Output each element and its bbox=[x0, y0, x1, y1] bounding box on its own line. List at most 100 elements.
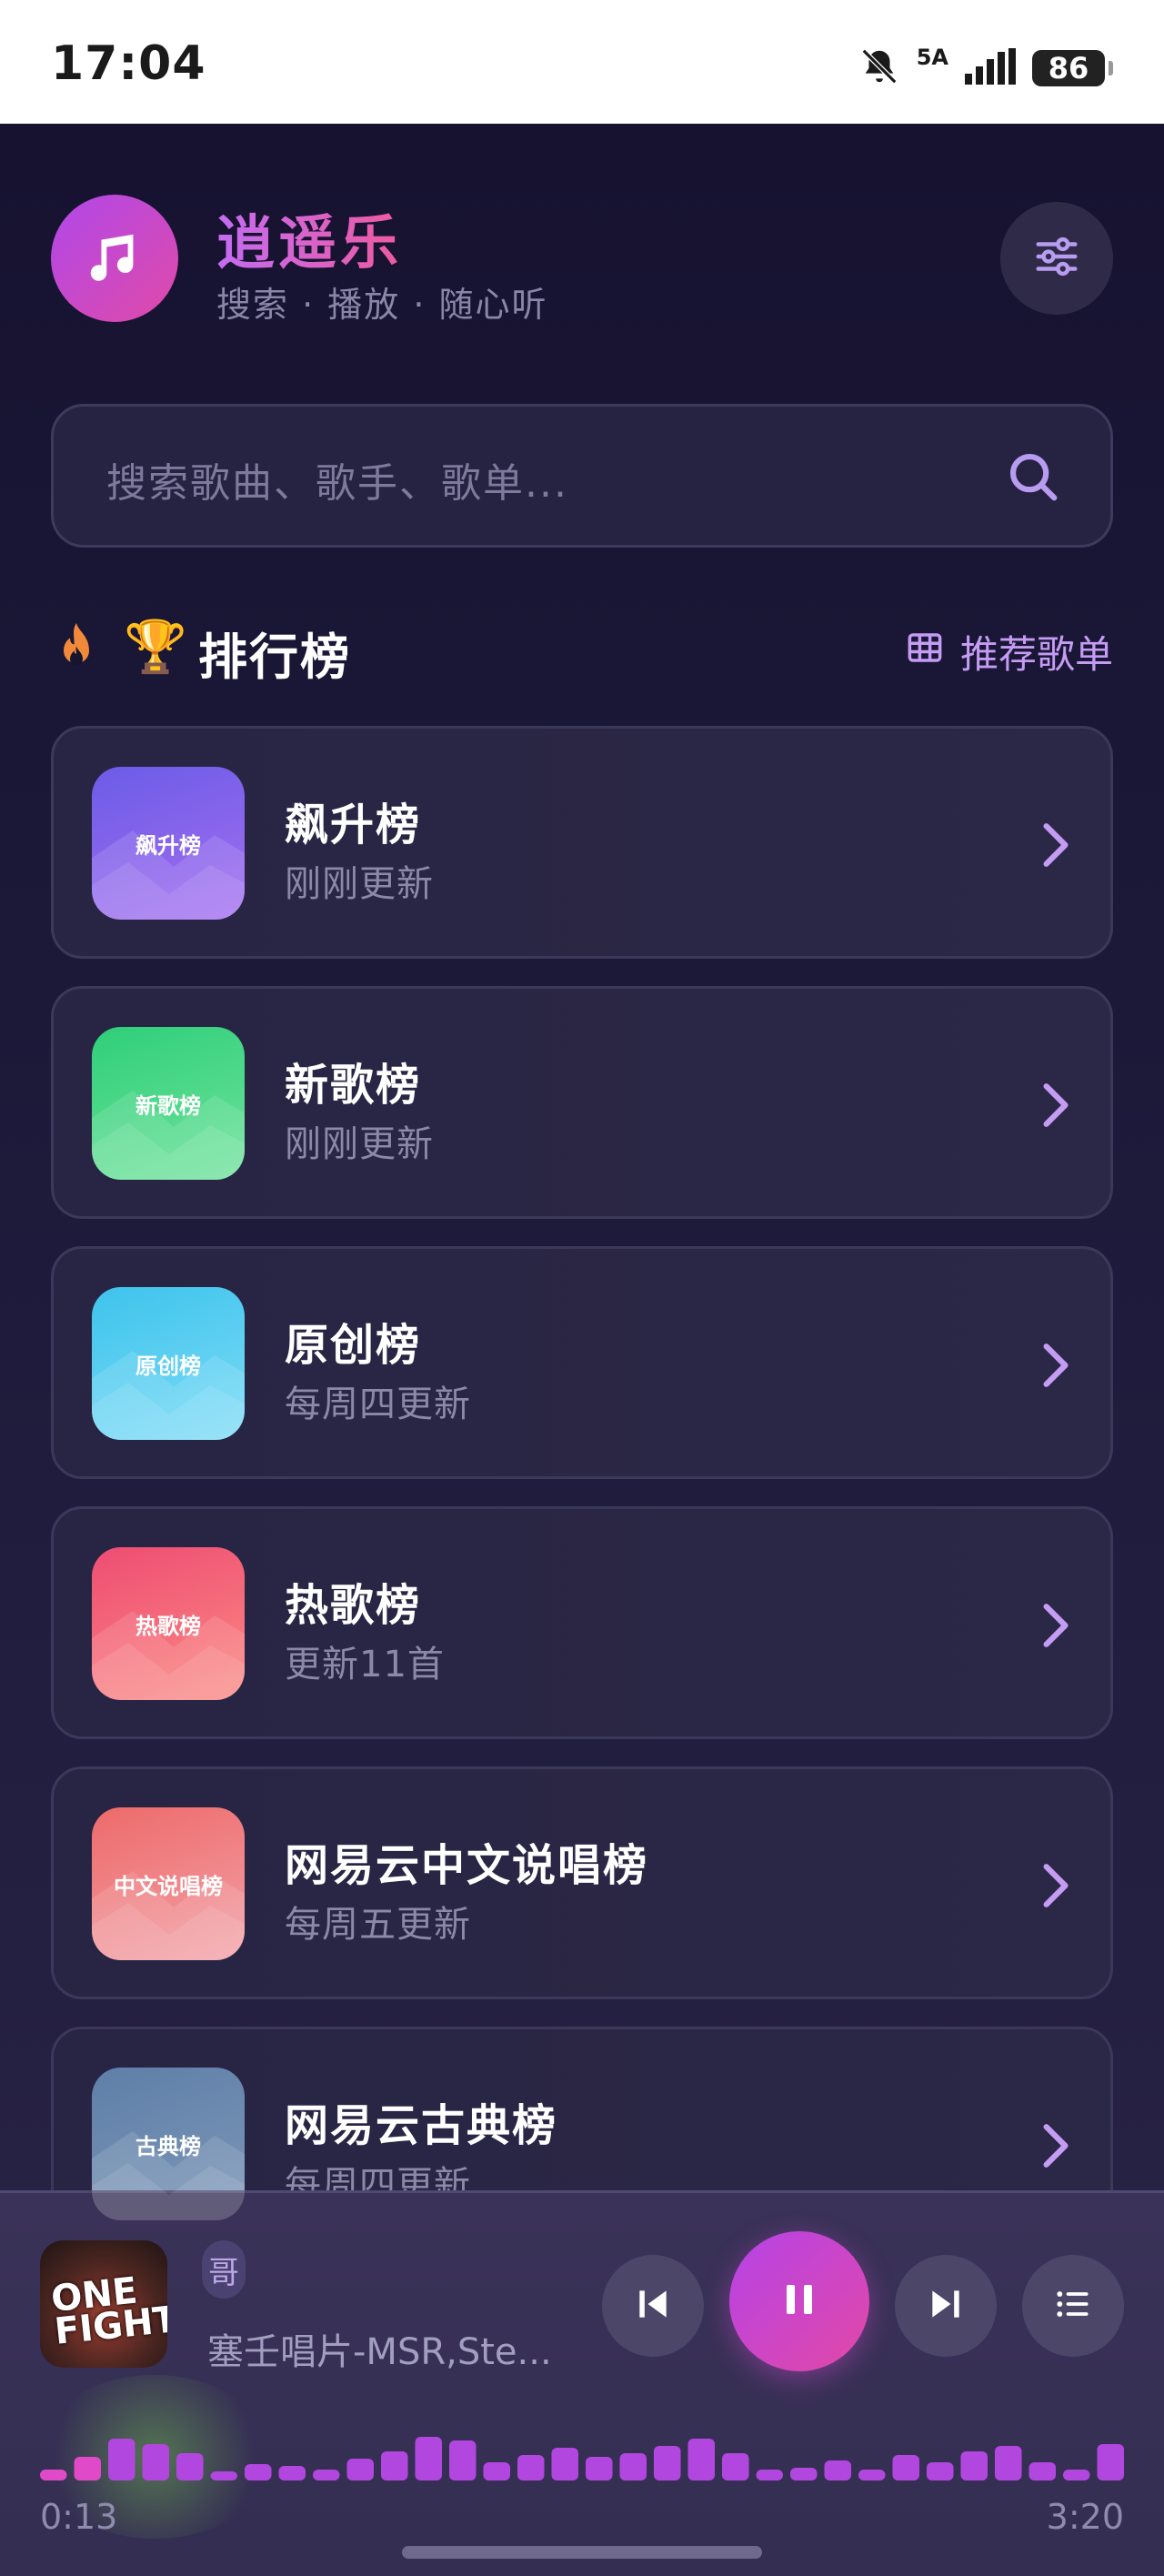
chevron-right-icon bbox=[1039, 821, 1072, 872]
visualizer-bar bbox=[960, 2451, 988, 2480]
visualizer-bar bbox=[517, 2455, 545, 2480]
chart-cover-label: 热歌榜 bbox=[135, 1613, 201, 1639]
sliders-icon bbox=[1032, 232, 1081, 285]
app-header: 逍遥乐 搜索 · 播放 · 随心听 bbox=[51, 195, 1113, 325]
chart-title: 原创榜 bbox=[285, 1320, 422, 1371]
visualizer-bar bbox=[245, 2464, 272, 2480]
progress-visualizer[interactable] bbox=[40, 2426, 1124, 2480]
pause-icon bbox=[778, 2278, 821, 2325]
visualizer-bar bbox=[346, 2459, 374, 2480]
visualizer-bar bbox=[1097, 2444, 1124, 2480]
mini-player: ONE FIGHT 哥 塞壬唱片-MSR,Ste... 0:13 3:20 bbox=[0, 2190, 1164, 2576]
chevron-right-icon bbox=[1039, 2122, 1072, 2173]
chart-card-new-songs[interactable]: 新歌榜 新歌榜 刚刚更新 bbox=[51, 986, 1113, 1219]
visualizer-bar bbox=[210, 2471, 237, 2480]
music-note-icon bbox=[51, 195, 178, 322]
ranking-section-header: 🏆 排行榜 推荐歌单 bbox=[51, 611, 1113, 686]
visualizer-bar bbox=[722, 2453, 749, 2480]
recommended-playlists-label: 推荐歌单 bbox=[959, 632, 1113, 677]
visualizer-bar bbox=[381, 2451, 408, 2480]
chart-cover: 新歌榜 bbox=[92, 1027, 245, 1180]
chart-cover-label: 古典榜 bbox=[135, 2133, 201, 2159]
app-title: 逍遥乐 bbox=[216, 196, 402, 280]
status-bar: 17:04 5A 86 bbox=[0, 0, 1164, 124]
visualizer-bar bbox=[858, 2470, 886, 2480]
fire-icon bbox=[51, 620, 102, 680]
next-button[interactable] bbox=[895, 2255, 997, 2357]
visualizer-bar bbox=[176, 2453, 204, 2480]
search-placeholder: 搜索歌曲、歌手、歌单... bbox=[106, 460, 568, 507]
chart-update-info: 更新11首 bbox=[285, 1644, 445, 1685]
chart-cover: 古典榜 bbox=[92, 2068, 245, 2220]
visualizer-bar bbox=[313, 2470, 340, 2480]
playlist-button[interactable] bbox=[1022, 2255, 1124, 2357]
chart-update-info: 刚刚更新 bbox=[285, 863, 434, 905]
pause-button[interactable] bbox=[729, 2231, 869, 2371]
chart-update-info: 每周五更新 bbox=[285, 1904, 471, 1946]
chevron-right-icon bbox=[1039, 1342, 1072, 1393]
visualizer-bar bbox=[415, 2437, 442, 2480]
battery-tip bbox=[1109, 61, 1113, 75]
visualizer-bar bbox=[756, 2470, 783, 2480]
chart-title: 飙升榜 bbox=[285, 800, 422, 850]
chart-update-info: 每周四更新 bbox=[285, 1384, 471, 1425]
battery-level: 86 bbox=[1048, 51, 1089, 86]
visualizer-bar bbox=[278, 2466, 306, 2480]
visualizer-bar bbox=[892, 2455, 919, 2480]
visualizer-bar bbox=[619, 2453, 647, 2480]
chevron-right-icon bbox=[1039, 1862, 1072, 1913]
visualizer-bar bbox=[824, 2460, 851, 2480]
chart-card-original[interactable]: 原创榜 原创榜 每周四更新 bbox=[51, 1246, 1113, 1479]
grid-icon bbox=[906, 629, 944, 676]
recommended-playlists-link[interactable]: 推荐歌单 bbox=[906, 624, 1113, 679]
visualizer-bar bbox=[551, 2448, 578, 2480]
search-input[interactable]: 搜索歌曲、歌手、歌单... bbox=[51, 404, 1113, 548]
chart-cover-label: 新歌榜 bbox=[135, 1092, 201, 1119]
status-icons: 5A 86 bbox=[858, 45, 1113, 91]
search-icon[interactable] bbox=[1005, 448, 1061, 508]
visualizer-bar bbox=[586, 2457, 613, 2480]
chart-title: 网易云中文说唱榜 bbox=[285, 1840, 649, 1891]
track-artist[interactable]: 塞壬唱片-MSR,Ste... bbox=[207, 2322, 552, 2375]
home-indicator[interactable] bbox=[402, 2546, 762, 2559]
battery-icon: 86 bbox=[1032, 50, 1105, 86]
chevron-right-icon bbox=[1039, 1082, 1072, 1132]
chart-cover: 中文说唱榜 bbox=[92, 1807, 245, 1960]
chevron-right-icon bbox=[1039, 1602, 1072, 1653]
visualizer-bar bbox=[1029, 2462, 1056, 2480]
chart-card-chinese-rap[interactable]: 中文说唱榜 网易云中文说唱榜 每周五更新 bbox=[51, 1766, 1113, 1999]
app-subtitle: 搜索 · 播放 · 随心听 bbox=[216, 285, 548, 325]
visualizer-bar bbox=[74, 2457, 101, 2480]
network-label: 5A bbox=[916, 45, 948, 70]
chart-card-hot-songs[interactable]: 热歌榜 热歌榜 更新11首 bbox=[51, 1506, 1113, 1739]
chart-cover-label: 原创榜 bbox=[135, 1353, 201, 1379]
visualizer-bar bbox=[40, 2470, 67, 2480]
section-title: 排行榜 bbox=[198, 629, 351, 686]
album-art-text: ONE FIGHT bbox=[49, 2269, 167, 2353]
chart-title: 热歌榜 bbox=[285, 1580, 422, 1631]
chart-cover: 热歌榜 bbox=[92, 1547, 245, 1700]
chart-cover: 飙升榜 bbox=[92, 767, 245, 920]
chart-update-info: 刚刚更新 bbox=[285, 1123, 434, 1165]
chart-cover-label: 中文说唱榜 bbox=[114, 1873, 223, 1899]
previous-button[interactable] bbox=[602, 2255, 704, 2357]
album-art[interactable]: ONE FIGHT bbox=[40, 2240, 167, 2368]
status-time: 17:04 bbox=[51, 36, 206, 91]
track-title[interactable]: 哥 bbox=[202, 2240, 246, 2299]
elapsed-time: 0:13 bbox=[40, 2497, 118, 2537]
chart-card-soaring[interactable]: 飙升榜 飙升榜 刚刚更新 bbox=[51, 726, 1113, 959]
chart-title: 网易云古典榜 bbox=[285, 2100, 558, 2151]
visualizer-bar bbox=[654, 2446, 681, 2480]
settings-button[interactable] bbox=[1000, 202, 1113, 315]
visualizer-bar bbox=[790, 2468, 818, 2480]
chart-title: 新歌榜 bbox=[285, 1060, 422, 1111]
visualizer-bar bbox=[142, 2444, 169, 2480]
visualizer-bar bbox=[1063, 2470, 1090, 2480]
bell-muted-icon bbox=[858, 45, 900, 91]
visualizer-bar bbox=[108, 2439, 135, 2480]
visualizer-bar bbox=[927, 2462, 954, 2480]
visualizer-bar bbox=[687, 2439, 715, 2480]
visualizer-bar bbox=[483, 2462, 510, 2480]
chart-cover: 原创榜 bbox=[92, 1287, 245, 1440]
skip-previous-icon bbox=[633, 2284, 673, 2328]
